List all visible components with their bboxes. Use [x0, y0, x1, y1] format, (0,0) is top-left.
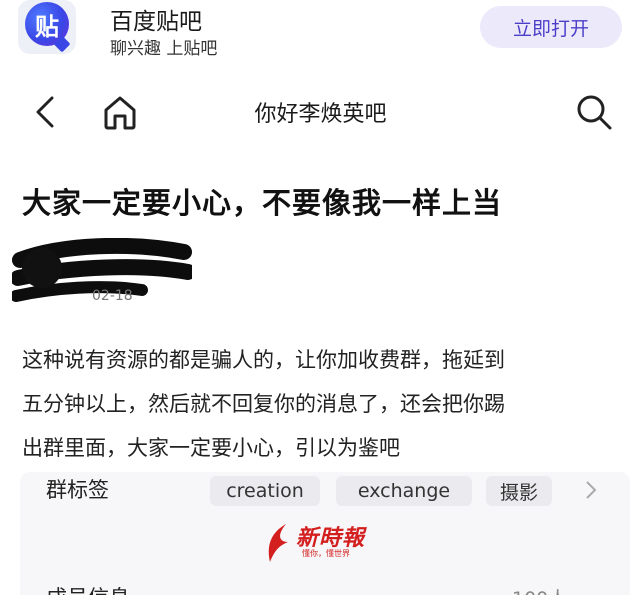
watermark-subtext: 懂你，懂世界	[302, 549, 350, 558]
post-body-line: 出群里面，大家一定要小心，引以为鉴吧	[22, 436, 400, 460]
post-title: 大家一定要小心，不要像我一样上当	[22, 186, 503, 220]
tag-chip[interactable]: creation	[210, 476, 320, 506]
group-tags-label: 群标签	[46, 478, 109, 502]
open-app-button[interactable]: 立即打开	[480, 6, 622, 48]
post-body-line: 五分钟以上，然后就不回复你的消息了，还会把你踢	[22, 392, 505, 416]
member-info-label: 成员信息	[46, 582, 130, 595]
newspaper-watermark: 新時報 懂你，懂世界	[262, 520, 372, 568]
search-icon[interactable]	[574, 92, 614, 132]
post-body: 这种说有资源的都是骗人的，让你加收费群，拖延到 五分钟以上，然后就不回复你的消息…	[22, 338, 632, 470]
flame-logo-icon	[268, 524, 288, 562]
page-title: 你好李焕英吧	[254, 102, 387, 127]
tag-chip[interactable]: 摄影	[486, 476, 552, 506]
app-slogan: 聊兴趣 上贴吧	[110, 39, 218, 59]
app-name: 百度贴吧	[110, 9, 202, 35]
member-count: 100人	[512, 584, 567, 595]
logo-glyph: 贴	[35, 12, 59, 41]
post-body-line: 这种说有资源的都是骗人的，让你加收费群，拖延到	[22, 348, 505, 372]
app-download-banner: 贴 百度贴吧 聊兴趣 上贴吧 立即打开	[0, 0, 641, 62]
nav-bar: 你好李焕英吧	[0, 84, 641, 140]
post-date: 02-18	[92, 288, 133, 304]
tieba-app-logo[interactable]: 贴	[18, 0, 76, 54]
chevron-right-icon[interactable]	[583, 478, 599, 502]
tag-chip[interactable]: exchange	[336, 476, 472, 506]
